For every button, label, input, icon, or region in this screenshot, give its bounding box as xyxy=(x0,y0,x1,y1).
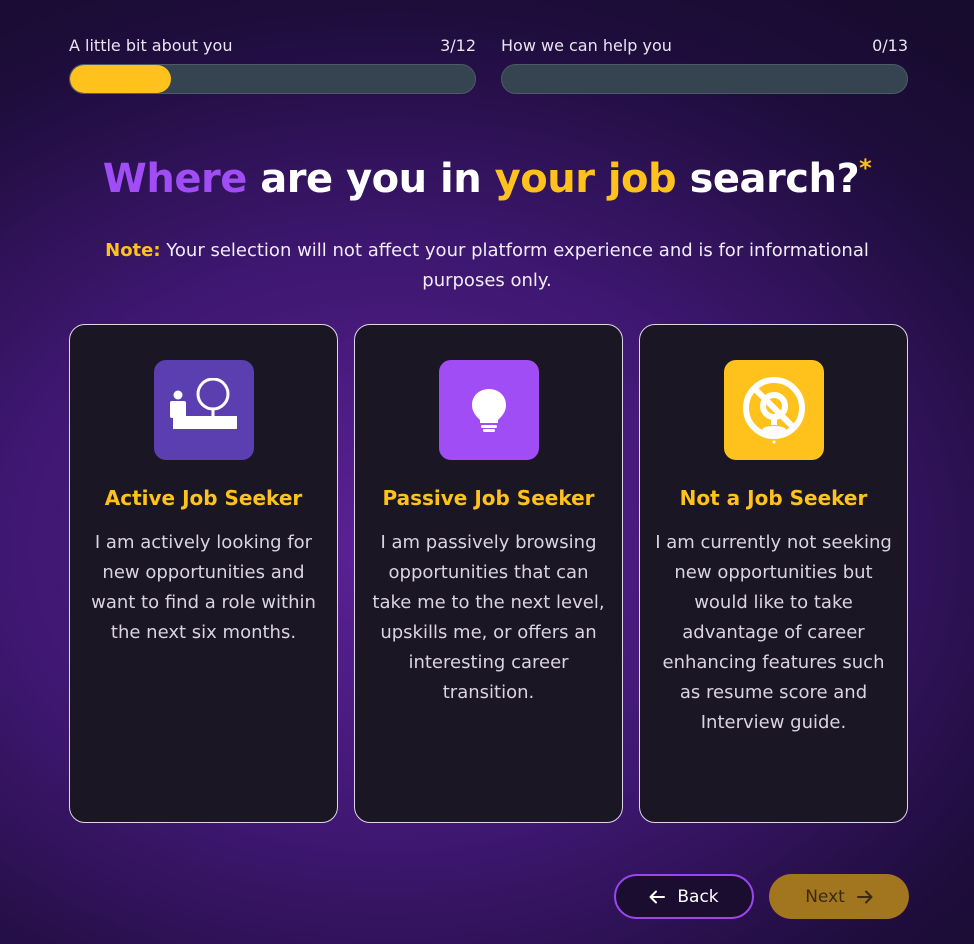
job-search-options: Active Job Seeker I am actively looking … xyxy=(69,324,908,823)
page-title: Where are you in your job search?* xyxy=(0,154,974,202)
option-description: I am passively browsing opportunities th… xyxy=(372,532,605,703)
title-highlight: your job xyxy=(494,156,677,202)
progress-count: 0/13 xyxy=(872,36,908,55)
required-asterisk: * xyxy=(859,154,872,182)
next-button[interactable]: Next xyxy=(769,874,909,919)
note-label: Note: xyxy=(105,240,161,261)
option-card-passive-seeker[interactable]: Passive Job Seeker I am passively browsi… xyxy=(354,324,623,823)
option-card-not-seeker[interactable]: Not a Job Seeker I am currently not seek… xyxy=(639,324,908,823)
option-title: Active Job Seeker xyxy=(104,486,303,510)
progress-label: How we can help you xyxy=(501,36,672,55)
info-note: Note: Your selection will not affect you… xyxy=(100,236,874,296)
title-word-where: Where xyxy=(102,156,248,202)
arrow-left-icon xyxy=(649,890,666,903)
next-label: Next xyxy=(805,886,845,907)
option-title: Passive Job Seeker xyxy=(382,486,595,510)
no-search-icon xyxy=(742,377,805,444)
progress-section: A little bit about you 3/12 How we can h… xyxy=(69,36,909,94)
icon-tile xyxy=(438,360,539,460)
option-card-active-seeker[interactable]: Active Job Seeker I am actively looking … xyxy=(69,324,338,823)
option-description: I am currently not seeking new opportuni… xyxy=(655,532,892,733)
arrow-right-icon xyxy=(856,890,873,903)
progress-fill xyxy=(70,65,172,93)
progress-label: A little bit about you xyxy=(69,36,233,55)
progress-count: 3/12 xyxy=(440,36,476,55)
icon-tile xyxy=(723,360,824,460)
active-seeker-icon xyxy=(169,378,237,429)
title-text: are you in xyxy=(246,156,495,202)
option-title: Not a Job Seeker xyxy=(679,486,868,510)
title-text-end: search? xyxy=(676,156,860,202)
lightbulb-icon xyxy=(471,389,506,432)
icon-tile xyxy=(153,360,254,460)
back-label: Back xyxy=(677,886,719,907)
note-text: Your selection will not affect your plat… xyxy=(160,240,869,291)
progress-how-we-help: How we can help you 0/13 xyxy=(501,36,908,94)
progress-track xyxy=(69,64,476,94)
progress-track xyxy=(501,64,908,94)
progress-about-you: A little bit about you 3/12 xyxy=(69,36,476,94)
option-description: I am actively looking for new opportunit… xyxy=(91,532,316,643)
back-button[interactable]: Back xyxy=(614,874,754,919)
